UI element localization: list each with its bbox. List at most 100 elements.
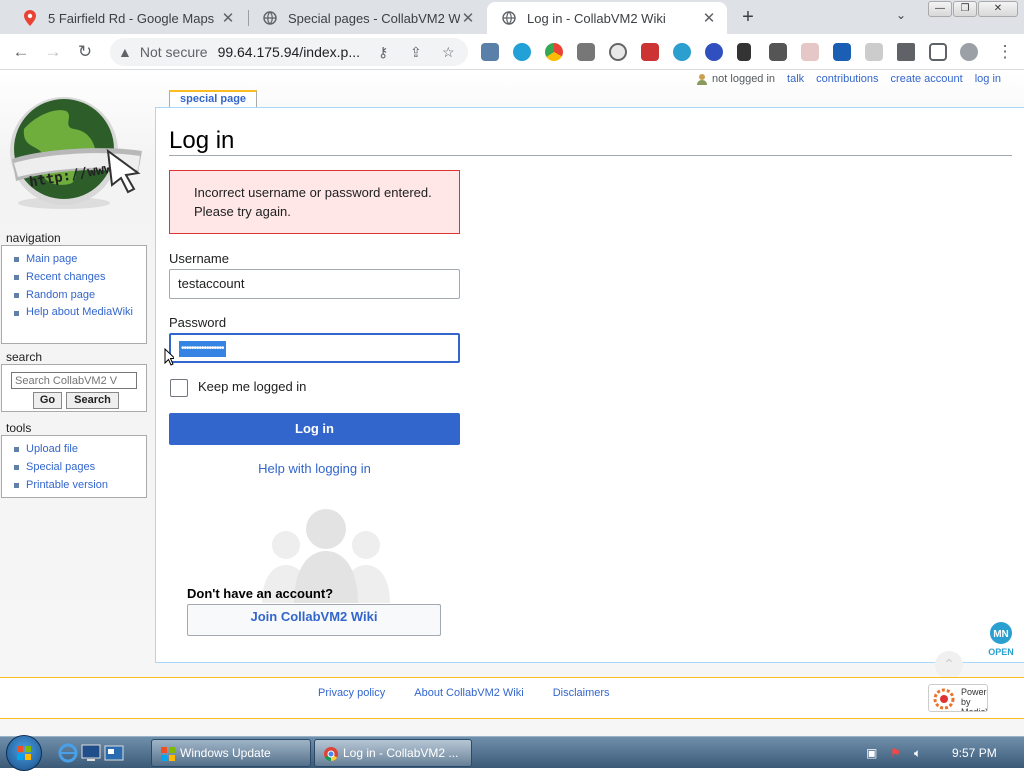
tab-google-maps[interactable]: 5 Fairfield Rd - Google Maps ✕ [8, 2, 246, 34]
side-panel-icon[interactable] [929, 43, 947, 61]
search-input[interactable] [11, 372, 137, 389]
svg-text:MN: MN [993, 629, 1009, 640]
scroll-to-top-button[interactable]: ⌃ [935, 651, 963, 679]
mn-open-label: OPEN [988, 647, 1014, 657]
close-window-button[interactable]: ✕ [978, 1, 1018, 17]
restore-button[interactable]: ❐ [953, 1, 977, 17]
browser-tab-strip: 5 Fairfield Rd - Google Maps ✕ Special p… [0, 0, 1024, 34]
powered-by-mediawiki-badge[interactable]: Powered by MediaWiki [928, 684, 988, 712]
talk-link[interactable]: talk [787, 73, 804, 85]
contributions-link[interactable]: contributions [816, 73, 878, 85]
extension-icon[interactable] [513, 43, 531, 61]
tab-label: Special pages - CollabVM2 Wiki [288, 10, 460, 26]
nav-random-page[interactable]: Random page [8, 286, 140, 304]
mouse-cursor-icon [164, 348, 174, 366]
avatar[interactable] [960, 43, 978, 61]
volume-icon[interactable]: 🔈︎ [914, 746, 921, 761]
close-tab-icon[interactable]: ✕ [220, 9, 236, 27]
remember-me-label[interactable]: Keep me logged in [198, 379, 306, 394]
mn-logo-icon: MN [990, 622, 1012, 644]
tab-label: Log in - CollabVM2 Wiki [527, 10, 666, 26]
bookmark-star-icon[interactable]: ☆ [442, 44, 455, 61]
navigation-heading: navigation [6, 231, 61, 245]
minimize-button[interactable]: — [928, 1, 952, 17]
join-wiki-button[interactable]: Join CollabVM2 Wiki [187, 604, 441, 636]
password-field[interactable]: ••••••••••••••••• [169, 333, 460, 363]
extension-icon[interactable] [641, 43, 659, 61]
personal-user: not logged in [696, 73, 775, 85]
network-icon[interactable]: ▣ [866, 746, 877, 760]
tab-special-pages[interactable]: Special pages - CollabVM2 Wiki ✕ [248, 2, 486, 34]
username-label: Username [169, 251, 229, 266]
log-in-link[interactable]: log in [975, 73, 1001, 85]
forward-arrow-icon[interactable]: → [42, 41, 64, 63]
tools-special-pages[interactable]: Special pages [8, 458, 140, 476]
tools-upload-file[interactable]: Upload file [8, 440, 140, 458]
personal-tools: not logged in talk contributions create … [696, 73, 1001, 85]
start-button[interactable] [6, 735, 42, 771]
extension-icon[interactable] [801, 43, 819, 61]
mediawiki-flower-icon [933, 688, 955, 710]
footer-privacy-link[interactable]: Privacy policy [318, 687, 385, 699]
url-text: 99.64.175.94/index.p... [217, 44, 361, 60]
search-button[interactable]: Search [66, 392, 119, 409]
globe-icon [262, 10, 278, 26]
action-center-icon[interactable]: ⚑ [890, 746, 901, 760]
footer-about-link[interactable]: About CollabVM2 Wiki [414, 687, 523, 699]
tab-special-page[interactable]: special page [169, 90, 258, 108]
footer: Privacy policy About CollabVM2 Wiki Disc… [0, 677, 1024, 719]
edit-icon[interactable] [865, 43, 883, 61]
windows-logo-icon [17, 746, 31, 760]
magnifier-icon[interactable] [609, 43, 627, 61]
internet-explorer-icon[interactable] [57, 743, 79, 763]
help-logging-in-link[interactable]: Help with logging in [169, 461, 460, 476]
menu-icon[interactable]: ⋮ [994, 41, 1016, 63]
puzzle-icon[interactable] [897, 43, 915, 61]
taskbar-windows-update[interactable]: Windows Update [151, 739, 311, 767]
remember-me-checkbox[interactable] [170, 379, 188, 397]
tab-log-in[interactable]: Log in - CollabVM2 Wiki ✕ [487, 2, 727, 34]
footer-disclaimers-link[interactable]: Disclaimers [553, 687, 610, 699]
browser-toolbar: ← → ↻ ▲ Not secure 99.64.175.94/index.p.… [0, 34, 1024, 70]
back-arrow-icon[interactable]: ← [10, 41, 32, 63]
extension-icon[interactable] [545, 43, 563, 61]
extension-icon[interactable] [577, 43, 595, 61]
log-in-button[interactable]: Log in [169, 413, 460, 445]
address-bar[interactable]: ▲ Not secure 99.64.175.94/index.p... ⚷ ⇪… [110, 38, 468, 66]
heading-divider [169, 155, 1012, 156]
tools-printable-version[interactable]: Printable version [8, 476, 140, 494]
desktop-icon[interactable] [103, 743, 125, 763]
extension-icon[interactable] [705, 43, 723, 61]
nav-recent-changes[interactable]: Recent changes [8, 268, 140, 286]
go-button[interactable]: Go [33, 392, 62, 409]
tab-search-chevron-icon[interactable]: ⌄ [896, 8, 906, 22]
password-value: ••••••••••••••••• [179, 340, 226, 357]
new-tab-button[interactable]: + [736, 6, 760, 29]
tools-heading: tools [6, 421, 32, 435]
wiki-logo[interactable]: http://www [4, 89, 146, 213]
nav-help[interactable]: Help about MediaWiki [8, 304, 140, 321]
taskbar-chrome-window[interactable]: Log in - CollabVM2 ... [314, 739, 472, 767]
close-tab-icon[interactable]: ✕ [701, 9, 717, 27]
key-icon[interactable]: ⚷ [378, 44, 388, 61]
no-account-text: Don't have an account? [187, 586, 334, 601]
extension-icon[interactable] [673, 43, 691, 61]
extension-icon[interactable] [833, 43, 851, 61]
keyboard-icon[interactable] [769, 43, 787, 61]
reload-icon[interactable]: ↻ [74, 41, 96, 63]
extension-icon[interactable] [481, 43, 499, 61]
maps-pin-icon [22, 10, 38, 26]
password-label: Password [169, 315, 227, 330]
page-title: Log in [169, 127, 235, 154]
navigation-portlet: Main page Recent changes Random page Hel… [1, 245, 147, 344]
username-field[interactable]: testaccount [169, 269, 460, 299]
extension-icon[interactable] [737, 43, 751, 61]
close-tab-icon[interactable]: ✕ [460, 9, 476, 27]
share-icon[interactable]: ⇪ [410, 44, 422, 61]
nav-main-page[interactable]: Main page [8, 250, 140, 268]
warning-triangle-icon[interactable]: ▲ [118, 44, 132, 60]
mn-open-widget[interactable]: MN OPEN [986, 621, 1016, 667]
computer-icon[interactable] [80, 743, 102, 763]
create-account-link[interactable]: create account [891, 73, 963, 85]
error-message-box: Incorrect username or password entered. … [169, 170, 460, 234]
